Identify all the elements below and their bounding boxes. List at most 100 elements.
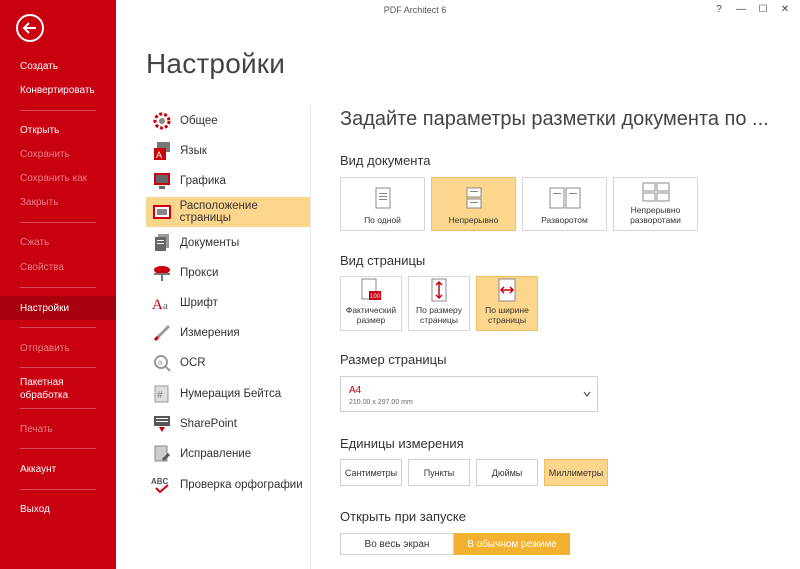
open-normal-button[interactable]: В обычном режиме (454, 533, 570, 555)
page-view-fit-width[interactable]: По ширине страницы (476, 276, 538, 331)
svg-text:a: a (158, 358, 163, 367)
category-sharepoint[interactable]: SharePoint (146, 409, 310, 439)
category-label: Исправление (180, 448, 252, 460)
unit-inches-button[interactable]: Дюймы (476, 459, 538, 486)
sidebar-item-batch[interactable]: Пакетная обработка (20, 376, 90, 402)
sidebar-divider (20, 408, 96, 409)
ocr-icon: a (150, 352, 174, 374)
sidebar-item-send[interactable]: Отправить (20, 342, 70, 355)
fit-page-icon (431, 278, 447, 302)
sharepoint-icon (150, 413, 174, 435)
unit-centimeters-button[interactable]: Сантиметры (340, 459, 402, 486)
category-language[interactable]: A Язык (146, 136, 310, 166)
category-label: Проверка орфографии (180, 479, 303, 491)
sidebar-item-properties[interactable]: Свойства (20, 261, 64, 274)
unit-millimeters-button[interactable]: Миллиметры (544, 459, 608, 486)
category-label: Расположение страницы (179, 200, 258, 224)
sidebar-item-exit[interactable]: Выход (20, 503, 50, 516)
page-size-dropdown[interactable]: A4 210.00 x 297.00 mm (340, 376, 598, 412)
category-label: Шрифт (180, 297, 218, 309)
category-spellcheck[interactable]: ABC Проверка орфографии (146, 470, 310, 500)
sidebar-item-close[interactable]: Закрыть (20, 196, 59, 209)
svg-text:A: A (156, 150, 162, 160)
svg-text:A: A (152, 297, 163, 313)
chevron-down-icon (583, 391, 591, 397)
category-bates[interactable]: # Нумерация Бейтса (146, 379, 310, 409)
tile-label: Фактический размер (345, 305, 397, 325)
tile-label: По ширине страницы (485, 305, 529, 325)
doc-view-single-page[interactable]: По одной (340, 177, 425, 231)
category-graphics[interactable]: Графика (146, 166, 310, 196)
sidebar-item-settings[interactable]: Настройки (20, 302, 69, 315)
category-general[interactable]: Общее (146, 106, 310, 136)
sidebar-divider (20, 110, 96, 111)
sidebar-item-account[interactable]: Аккаунт (20, 463, 56, 476)
page-layout-icon (150, 201, 174, 223)
sidebar-item-open[interactable]: Открыть (20, 124, 59, 137)
close-button[interactable]: ✕ (778, 4, 792, 15)
backstage-sidebar: Создать Конвертировать Открыть Сохранить… (0, 0, 116, 569)
sidebar-item-convert[interactable]: Конвертировать (20, 84, 95, 97)
category-documents[interactable]: Документы (146, 228, 310, 258)
continuous-page-icon (466, 187, 481, 209)
font-icon: Aa (150, 292, 174, 314)
document-view-label: Вид документа (340, 153, 431, 168)
category-measurements[interactable]: Измерения (146, 318, 310, 348)
open-fullscreen-button[interactable]: Во весь экран (340, 533, 454, 555)
category-page-layout[interactable]: Расположение страницы (146, 197, 310, 227)
category-label: Прокси (180, 267, 219, 279)
tile-label: По размеру страницы (416, 305, 462, 325)
tile-label: По одной (364, 215, 401, 225)
page-view-label: Вид страницы (340, 253, 426, 268)
category-ocr[interactable]: a OCR (146, 348, 310, 378)
actual-size-icon: 100 (361, 278, 381, 300)
category-label: Документы (180, 237, 240, 249)
svg-text:a: a (163, 300, 168, 312)
doc-view-continuous[interactable]: Непрерывно (431, 177, 516, 231)
proxy-icon (150, 262, 174, 284)
maximize-button[interactable]: ☐ (756, 4, 770, 15)
tile-label: Непрерывно (448, 215, 499, 225)
category-repair[interactable]: Исправление (146, 439, 310, 469)
language-icon: A (150, 140, 174, 162)
category-font[interactable]: Aa Шрифт (146, 288, 310, 318)
sidebar-item-print[interactable]: Печать (20, 423, 53, 436)
sidebar-divider (20, 367, 96, 368)
category-label: SharePoint (180, 418, 237, 430)
doc-view-facing[interactable]: Разворотом (522, 177, 607, 231)
sidebar-divider (20, 327, 96, 328)
back-button[interactable] (16, 14, 44, 42)
category-label: Нумерация Бейтса (180, 388, 282, 400)
sidebar-divider (20, 287, 96, 288)
facing-pages-icon (549, 187, 580, 209)
monitor-icon (150, 170, 174, 192)
page-title: Настройки (146, 48, 286, 79)
doc-view-continuous-facing[interactable]: Непрерывно разворотами (613, 177, 698, 231)
actual-size-badge: 100 (370, 294, 381, 300)
sidebar-item-save-as[interactable]: Сохранить как (20, 172, 87, 185)
sidebar-item-create[interactable]: Создать (20, 60, 58, 73)
ruler-icon (150, 322, 174, 344)
tile-label: Непрерывно разворотами (630, 205, 681, 225)
repair-icon (150, 443, 174, 465)
page-size-dimensions: 210.00 x 297.00 mm (349, 399, 413, 406)
back-arrow-icon (22, 22, 36, 34)
units-label: Единицы измерения (340, 436, 464, 451)
sidebar-divider (20, 489, 96, 490)
page-view-fit-page[interactable]: По размеру страницы (408, 276, 470, 331)
help-button[interactable]: ? (712, 4, 726, 15)
page-view-actual-size[interactable]: 100 Фактический размер (340, 276, 402, 331)
category-label: Измерения (180, 327, 240, 339)
category-label: Язык (180, 145, 207, 157)
minimize-button[interactable]: — (734, 4, 748, 15)
bates-icon: # (150, 383, 174, 405)
unit-points-button[interactable]: Пункты (408, 459, 470, 486)
svg-text:#: # (157, 390, 163, 401)
panel-divider (310, 106, 311, 569)
gear-icon (150, 110, 174, 132)
continuous-facing-icon (642, 182, 669, 202)
sidebar-item-save[interactable]: Сохранить (20, 148, 70, 161)
category-proxy[interactable]: Прокси (146, 258, 310, 288)
sidebar-item-compress[interactable]: Сжать (20, 236, 49, 249)
single-page-icon (375, 187, 390, 209)
